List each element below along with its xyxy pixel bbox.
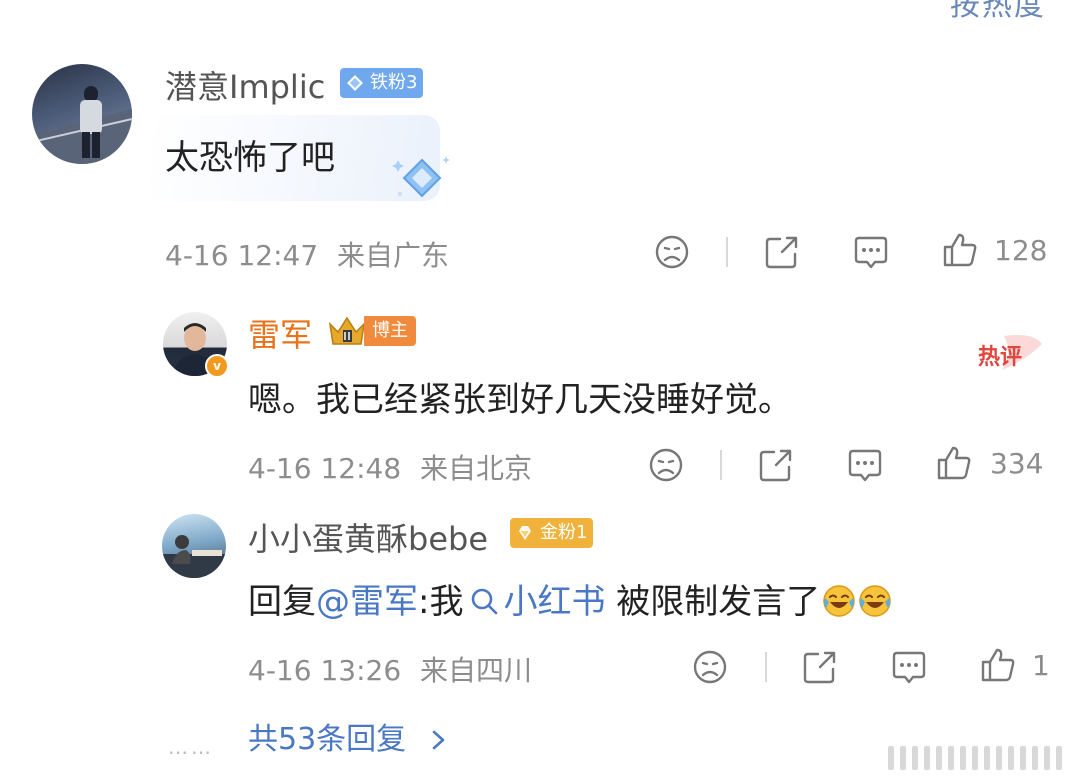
reply-author-name[interactable]: 小小蛋黄酥bebe — [248, 514, 488, 560]
fan-level-badge[interactable]: 金粉1 — [510, 518, 594, 548]
mention-link[interactable]: @雷军 — [316, 582, 418, 622]
fan-badge-label: 铁粉3 — [370, 72, 418, 93]
avatar-photo-icon — [32, 86, 132, 164]
reply-text: 回复@雷军:我 小红书 被限制发言了 — [248, 574, 892, 623]
search-topic-label: 小红书 — [503, 582, 606, 622]
timestamp: 4-16 13:26 — [248, 654, 402, 687]
like-count: 334 — [990, 447, 1044, 480]
comment-meta: 4-16 12:47 来自广东 — [165, 234, 449, 274]
reply-button[interactable] — [889, 647, 929, 687]
dislike-button[interactable] — [690, 647, 730, 687]
hot-tag-text: 热评 — [978, 344, 1022, 369]
reply-prefix: 回复 — [248, 582, 316, 622]
diamond-icon — [347, 75, 363, 91]
reply-text-middle: :我 — [418, 582, 464, 622]
fan-badge-label: 金粉1 — [540, 522, 588, 543]
share-button[interactable] — [762, 232, 802, 272]
share-icon — [803, 651, 836, 684]
reply-suffix: 被限制发言了 — [605, 582, 821, 622]
crown-icon — [328, 316, 366, 345]
location: 来自四川 — [420, 654, 533, 687]
view-more-replies-link[interactable]: 共53条回复 — [248, 714, 448, 758]
avatar[interactable] — [162, 514, 226, 578]
fan-level-badge[interactable]: 铁粉3 — [340, 68, 424, 98]
comment-icon — [854, 236, 888, 269]
share-icon — [765, 236, 798, 269]
reply-text: 嗯。我已经紧张到好几天没睡好觉。 — [248, 380, 792, 420]
more-replies-label: 共53条回复 — [248, 722, 407, 757]
watermark-logo — [888, 746, 1062, 770]
thumbs-up-icon — [943, 233, 977, 267]
hot-comment-tag: 热评 — [978, 335, 1042, 370]
timestamp: 4-16 12:47 — [165, 239, 319, 272]
avatar[interactable] — [32, 64, 132, 164]
frown-face-icon — [655, 235, 689, 269]
like-button[interactable] — [934, 443, 974, 483]
divider — [726, 237, 728, 267]
thumbs-up-icon — [937, 446, 971, 480]
thread-dots: …… — [168, 735, 214, 759]
location: 来自广东 — [337, 239, 450, 272]
commenter-name[interactable]: 潜意Implic — [165, 62, 325, 108]
thumbs-up-icon — [981, 648, 1015, 682]
location: 来自北京 — [420, 452, 533, 485]
avatar-photo-icon — [162, 535, 226, 578]
like-count: 1 — [1032, 649, 1050, 682]
comment-icon — [848, 449, 882, 482]
reply-button[interactable] — [851, 232, 891, 272]
reply-meta: 4-16 12:48 来自北京 — [248, 447, 532, 487]
dislike-button[interactable] — [652, 232, 692, 272]
laughing-crying-emoji-icon — [859, 585, 892, 617]
frown-face-icon — [649, 448, 683, 482]
like-count: 128 — [994, 234, 1048, 267]
laughing-crying-emoji-icon — [823, 585, 856, 617]
frown-face-icon — [693, 650, 727, 684]
like-button[interactable] — [978, 645, 1018, 685]
comment-text: 太恐怖了吧 — [165, 138, 335, 178]
reply-author-name[interactable]: 雷军 — [248, 310, 312, 356]
gem-icon — [519, 526, 531, 540]
chevron-right-icon — [432, 730, 445, 750]
diamond-sparkle-icon — [392, 156, 450, 198]
timestamp: 4-16 12:48 — [248, 452, 402, 485]
share-button[interactable] — [756, 445, 796, 485]
reply-button[interactable] — [845, 445, 885, 485]
reply-meta: 4-16 13:26 来自四川 — [248, 649, 532, 689]
divider — [720, 450, 722, 480]
share-icon — [759, 449, 792, 482]
sort-by-hot-label[interactable]: 按热度 — [950, 0, 1046, 24]
share-button[interactable] — [800, 647, 840, 687]
dislike-button[interactable] — [646, 445, 686, 485]
search-icon — [472, 588, 498, 615]
comment-icon — [892, 651, 926, 684]
host-badge: 博主 — [364, 316, 416, 346]
verified-badge: v — [205, 354, 229, 378]
search-topic-link[interactable]: 小红书 — [463, 582, 605, 622]
divider — [765, 652, 767, 682]
like-button[interactable] — [940, 230, 980, 270]
